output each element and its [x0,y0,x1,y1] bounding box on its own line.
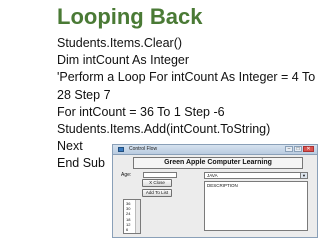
window-titlebar: Control Flow – □ ✕ [113,145,317,155]
close-icon[interactable]: ✕ [303,146,314,152]
code-line: Students.Items.Clear() [57,36,183,50]
app-heading: Green Apple Computer Learning [133,157,303,169]
add-to-list-button[interactable]: Add To List [142,189,172,197]
code-line: For intCount = 36 To 1 Step -6 [57,104,225,119]
slide-title: Looping Back [57,4,203,29]
code-line: 'Perform a Loop For intCount As Integer … [57,70,316,102]
close-button[interactable]: X Close [142,179,172,187]
window-controls: – □ ✕ [285,146,314,152]
code-line: Students.Items.Add(intCount.ToString) [57,122,271,137]
language-select-value: JAVA [207,173,218,178]
minimize-icon[interactable]: – [285,146,293,152]
age-input[interactable] [143,172,177,178]
list-scrollbar[interactable] [135,200,140,233]
description-label: DESCRIPTION [207,183,238,188]
chevron-down-icon: ▼ [300,173,307,178]
maximize-icon[interactable]: □ [294,146,302,152]
control-flow-window: Control Flow – □ ✕ Green Apple Computer … [112,144,318,238]
code-line: Dim intCount As Integer [57,53,190,68]
window-title: Control Flow [129,146,158,152]
description-box[interactable]: DESCRIPTION [204,181,308,231]
age-label: Age: [121,172,132,178]
app-icon [118,147,124,152]
students-list[interactable]: 36 30 24 18 12 6 [123,199,141,234]
language-select[interactable]: JAVA ▼ [204,172,308,179]
